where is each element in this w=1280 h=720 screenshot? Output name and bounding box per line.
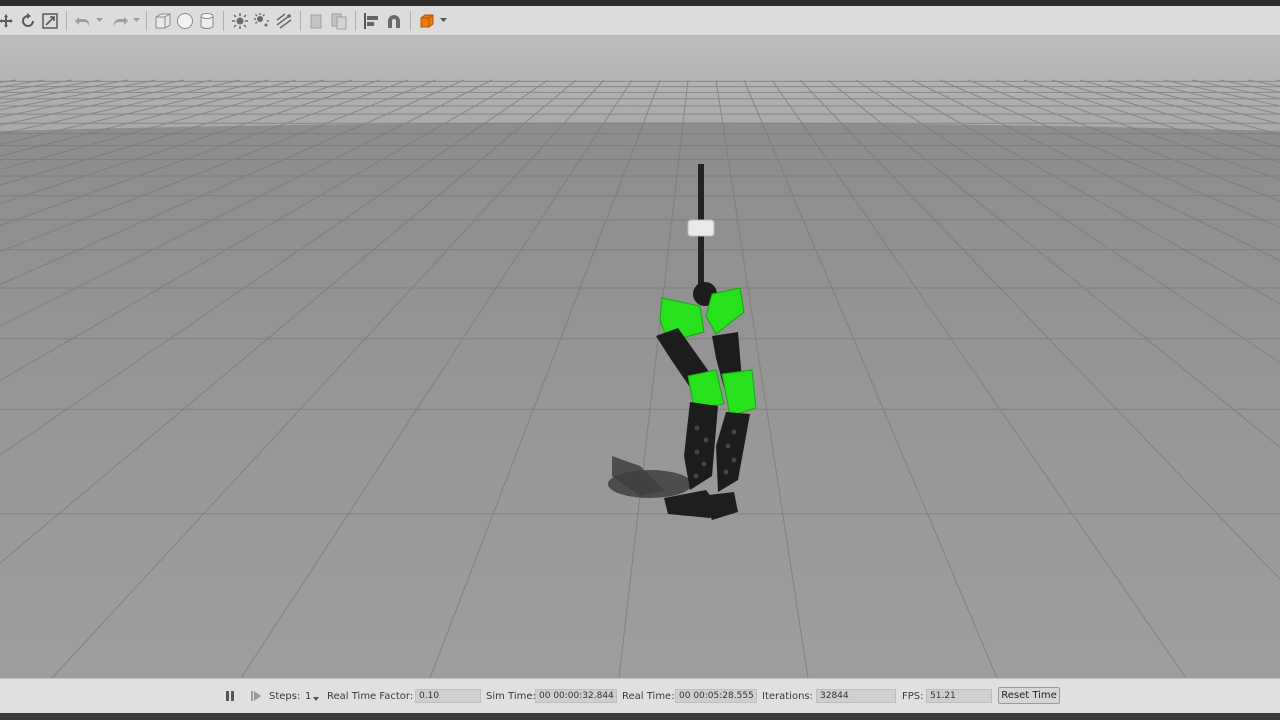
box-icon[interactable] [153,11,173,31]
rtf-label: Real Time Factor: [327,690,414,702]
ground-plane [0,122,1280,678]
view-angle-icon[interactable] [417,11,437,31]
toolbar-separator [223,10,224,31]
fps-label: FPS: [902,690,924,702]
step-icon [251,691,261,701]
pause-icon [226,691,234,701]
undo-history-icon[interactable] [94,11,104,31]
view-angle-dropdown-icon[interactable] [438,11,448,31]
align-icon[interactable] [362,11,382,31]
sky [0,36,1280,136]
undo-icon[interactable] [73,11,93,31]
spot-light-icon[interactable] [252,11,272,31]
point-light-icon[interactable] [230,11,250,31]
step-button[interactable] [250,679,262,713]
redo-history-icon[interactable] [131,11,141,31]
sim-time-field: 00 00:00:32.844 [535,689,617,703]
steps-label: Steps: [269,690,301,702]
main-toolbar [0,6,1280,36]
scale-icon[interactable] [40,11,60,31]
rotate-icon[interactable] [18,11,38,31]
sphere-icon[interactable] [175,11,195,31]
rtf-field: 0.10 [415,689,481,703]
iterations-label: Iterations: [762,690,813,702]
cylinder-icon[interactable] [197,11,217,31]
directional-light-icon[interactable] [274,11,294,31]
toolbar-separator [300,10,301,31]
copy-icon[interactable] [307,11,327,31]
reset-time-button[interactable]: Reset Time [998,687,1060,704]
steps-dropdown-icon[interactable] [313,682,319,716]
window-bottom-edge [0,713,1280,720]
3d-viewport[interactable] [0,36,1280,678]
toolbar-separator [355,10,356,31]
pause-button[interactable] [224,679,236,713]
sim-time-label: Sim Time: [486,690,536,702]
toolbar-separator [146,10,147,31]
fps-field: 51.21 [926,689,992,703]
paste-icon[interactable] [329,11,349,31]
toolbar-separator [66,10,67,31]
real-time-field: 00 00:05:28.555 [675,689,757,703]
robot-pole-collar [687,219,715,237]
snap-icon[interactable] [384,11,404,31]
redo-icon[interactable] [110,11,130,31]
status-bar: Steps: 1 Real Time Factor: 0.10 Sim Time… [0,678,1280,713]
real-time-label: Real Time: [622,690,675,702]
steps-value[interactable]: 1 [305,679,311,713]
translate-icon[interactable] [0,11,16,31]
toolbar-separator [410,10,411,31]
iterations-field: 32844 [816,689,896,703]
